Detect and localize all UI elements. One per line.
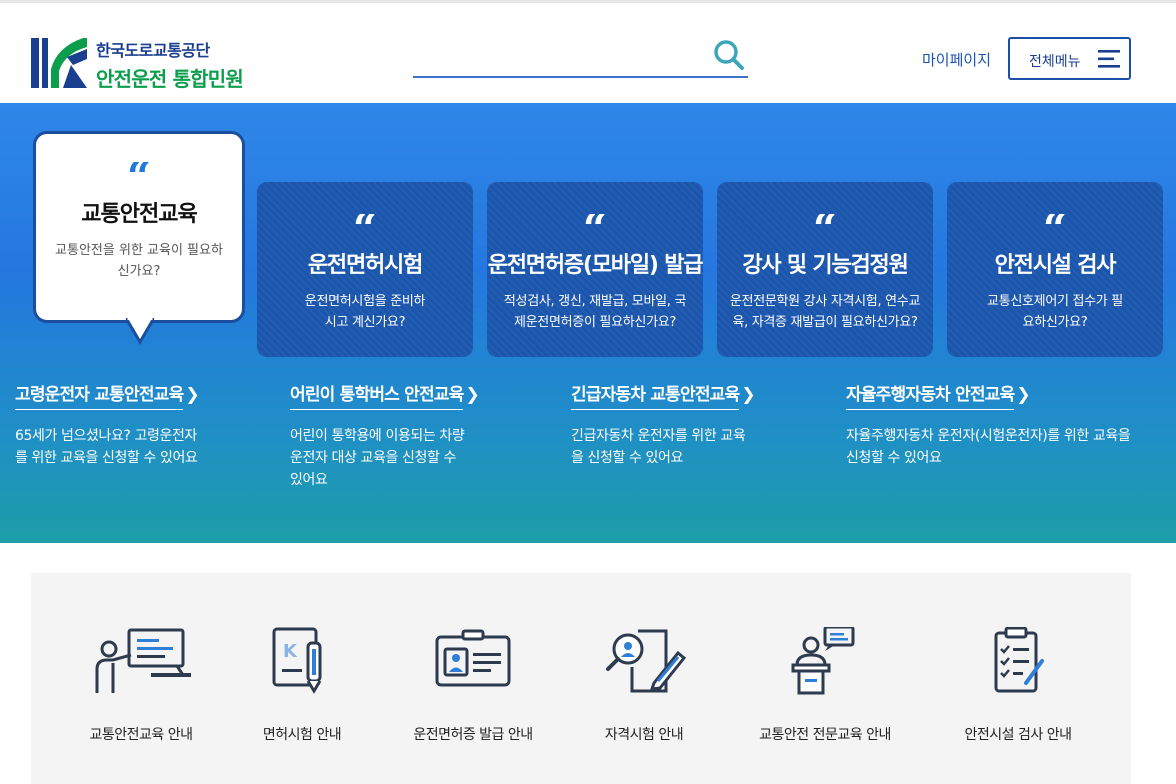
search-icon: [714, 40, 744, 70]
quick-menu-traffic-safety-education[interactable]: 교통안전교육 안내: [51, 573, 231, 784]
site-logo[interactable]: 한국도로교통공단 안전운전 통합민원: [31, 35, 291, 93]
teacher-board-icon: [95, 628, 191, 693]
quick-menu-label: 자격시험 안내: [604, 727, 684, 743]
all-menu-button[interactable]: 전체메뉴: [1008, 37, 1131, 80]
edu-link-title[interactable]: 어린이 통학버스 안전교육: [290, 380, 464, 410]
chevron-right-icon: ❯: [1016, 385, 1031, 405]
quick-menu-label: 안전시설 검사 안내: [964, 727, 1072, 743]
card-driving-test[interactable]: “ 운전면허시험 운전면허시험을 준비하시고 계신가요?: [257, 182, 473, 357]
edu-link-description: 긴급자동차 운전자를 위한 교육을 신청할 수 있어요: [571, 428, 746, 466]
card-license-issuance[interactable]: “ 운전면허증(모바일) 발급 적성검사, 갱신, 재발급, 모바일, 국제운전…: [487, 182, 703, 357]
koroad-logo-icon: [31, 38, 87, 88]
hero-section: “ 교통안전교육 교통안전을 위한 교육이 필요하신가요? “ 운전면허시험 운…: [0, 103, 1176, 543]
quick-menu-label: 면허시험 안내: [262, 727, 342, 743]
card-description: 적성검사, 갱신, 재발급, 모바일, 국제운전면허증이 필요하신가요?: [503, 294, 687, 330]
quote-icon: “: [717, 214, 933, 236]
bubble-title: 교통안전교육: [81, 202, 197, 227]
license-pen-icon: K: [272, 627, 322, 694]
traffic-safety-education-bubble[interactable]: “ 교통안전교육 교통안전을 위한 교육이 필요하신가요?: [33, 131, 245, 323]
service-name: 안전운전 통합민원: [96, 67, 244, 91]
lecturer-podium-icon: [791, 627, 855, 695]
quick-menu-label: 운전면허증 발급 안내: [413, 727, 533, 743]
quick-menu-license-test[interactable]: K 면허시험 안내: [212, 573, 392, 784]
edu-link-description: 65세가 넘으셨나요? 고령운전자를 위한 교육을 신청할 수 있어요: [15, 428, 198, 466]
quote-icon: “: [487, 214, 703, 236]
quick-menu-professional-education[interactable]: 교통안전 전문교육 안내: [735, 573, 915, 784]
edu-link-title[interactable]: 긴급자동차 교통안전교육: [571, 380, 740, 410]
id-card-icon: [435, 629, 511, 687]
svg-text:K: K: [283, 641, 298, 662]
edu-link-title[interactable]: 고령운전자 교통안전교육: [15, 380, 184, 410]
card-instructor-examiner[interactable]: “ 강사 및 기능검정원 운전전문학원 강사 자격시험, 연수교육, 자격증 재…: [717, 182, 933, 357]
edu-link-title[interactable]: 자율주행자동차 안전교육: [846, 380, 1015, 410]
mypage-link[interactable]: 마이페이지: [922, 49, 991, 70]
quick-menu-safety-facility-inspection[interactable]: 안전시설 검사 안내: [928, 573, 1108, 784]
checklist-clipboard-icon: [994, 627, 1044, 693]
quick-menu: 교통안전교육 안내 K 면허시험 안내 운전면허증 발급 안내 자격시험 안내 …: [31, 573, 1131, 784]
site-header: 한국도로교통공단 안전운전 통합민원 마이페이지 전체메뉴: [0, 3, 1176, 103]
edu-link-autonomous-vehicle: 자율주행자동차 안전교육 ❯ 자율주행자동차 운전자(시험운전자)를 위한 교육을…: [846, 380, 1136, 469]
quick-menu-qualification-exam[interactable]: 자격시험 안내: [554, 573, 734, 784]
bubble-tail: [126, 318, 154, 345]
all-menu-label: 전체메뉴: [1029, 54, 1081, 70]
search-bar: [413, 36, 748, 78]
card-description: 운전면허시험을 준비하시고 계신가요?: [304, 294, 426, 330]
quote-icon: “: [947, 214, 1163, 236]
chevron-right-icon: ❯: [185, 385, 200, 405]
card-title: 강사 및 기능검정원: [742, 253, 908, 278]
edu-link-description: 자율주행자동차 운전자(시험운전자)를 위한 교육을 신청할 수 있어요: [846, 428, 1131, 466]
edu-link-emergency-vehicle: 긴급자동차 교통안전교육 ❯ 긴급자동차 운전자를 위한 교육을 신청할 수 있어…: [571, 380, 861, 469]
search-input[interactable]: [413, 36, 703, 76]
card-title: 운전면허시험: [307, 253, 423, 278]
quick-menu-label: 교통안전교육 안내: [89, 727, 194, 743]
exam-search-icon: [606, 629, 687, 693]
chevron-right-icon: ❯: [741, 385, 756, 405]
card-description: 운전전문학원 강사 자격시험, 연수교육, 자격증 재발급이 필요하신가요?: [729, 294, 921, 330]
quote-icon: “: [36, 162, 242, 184]
edu-link-elderly: 고령운전자 교통안전교육 ❯ 65세가 넘으셨나요? 고령운전자를 위한 교육을 …: [15, 380, 305, 469]
card-title: 안전시설 검사: [994, 253, 1117, 278]
card-description: 교통신호제어기 접수가 필요하신가요?: [987, 294, 1123, 330]
hamburger-icon: [1098, 50, 1120, 68]
card-title: 운전면허증(모바일) 발급: [487, 253, 704, 278]
quick-menu-license-issuance[interactable]: 운전면허증 발급 안내: [383, 573, 563, 784]
quick-menu-label: 교통안전 전문교육 안내: [759, 727, 891, 743]
edu-link-school-bus: 어린이 통학버스 안전교육 ❯ 어린이 통학용에 이용되는 차량 운전자 대상 교…: [290, 380, 580, 491]
card-safety-facility-inspection[interactable]: “ 안전시설 검사 교통신호제어기 접수가 필요하신가요?: [947, 182, 1163, 357]
quote-icon: “: [257, 214, 473, 236]
search-button[interactable]: [712, 38, 746, 72]
bubble-description: 교통안전을 위한 교육이 필요하신가요?: [55, 243, 223, 279]
edu-link-description: 어린이 통학용에 이용되는 차량 운전자 대상 교육을 신청할 수 있어요: [290, 428, 465, 488]
org-name: 한국도로교통공단: [96, 41, 210, 60]
chevron-right-icon: ❯: [465, 385, 480, 405]
